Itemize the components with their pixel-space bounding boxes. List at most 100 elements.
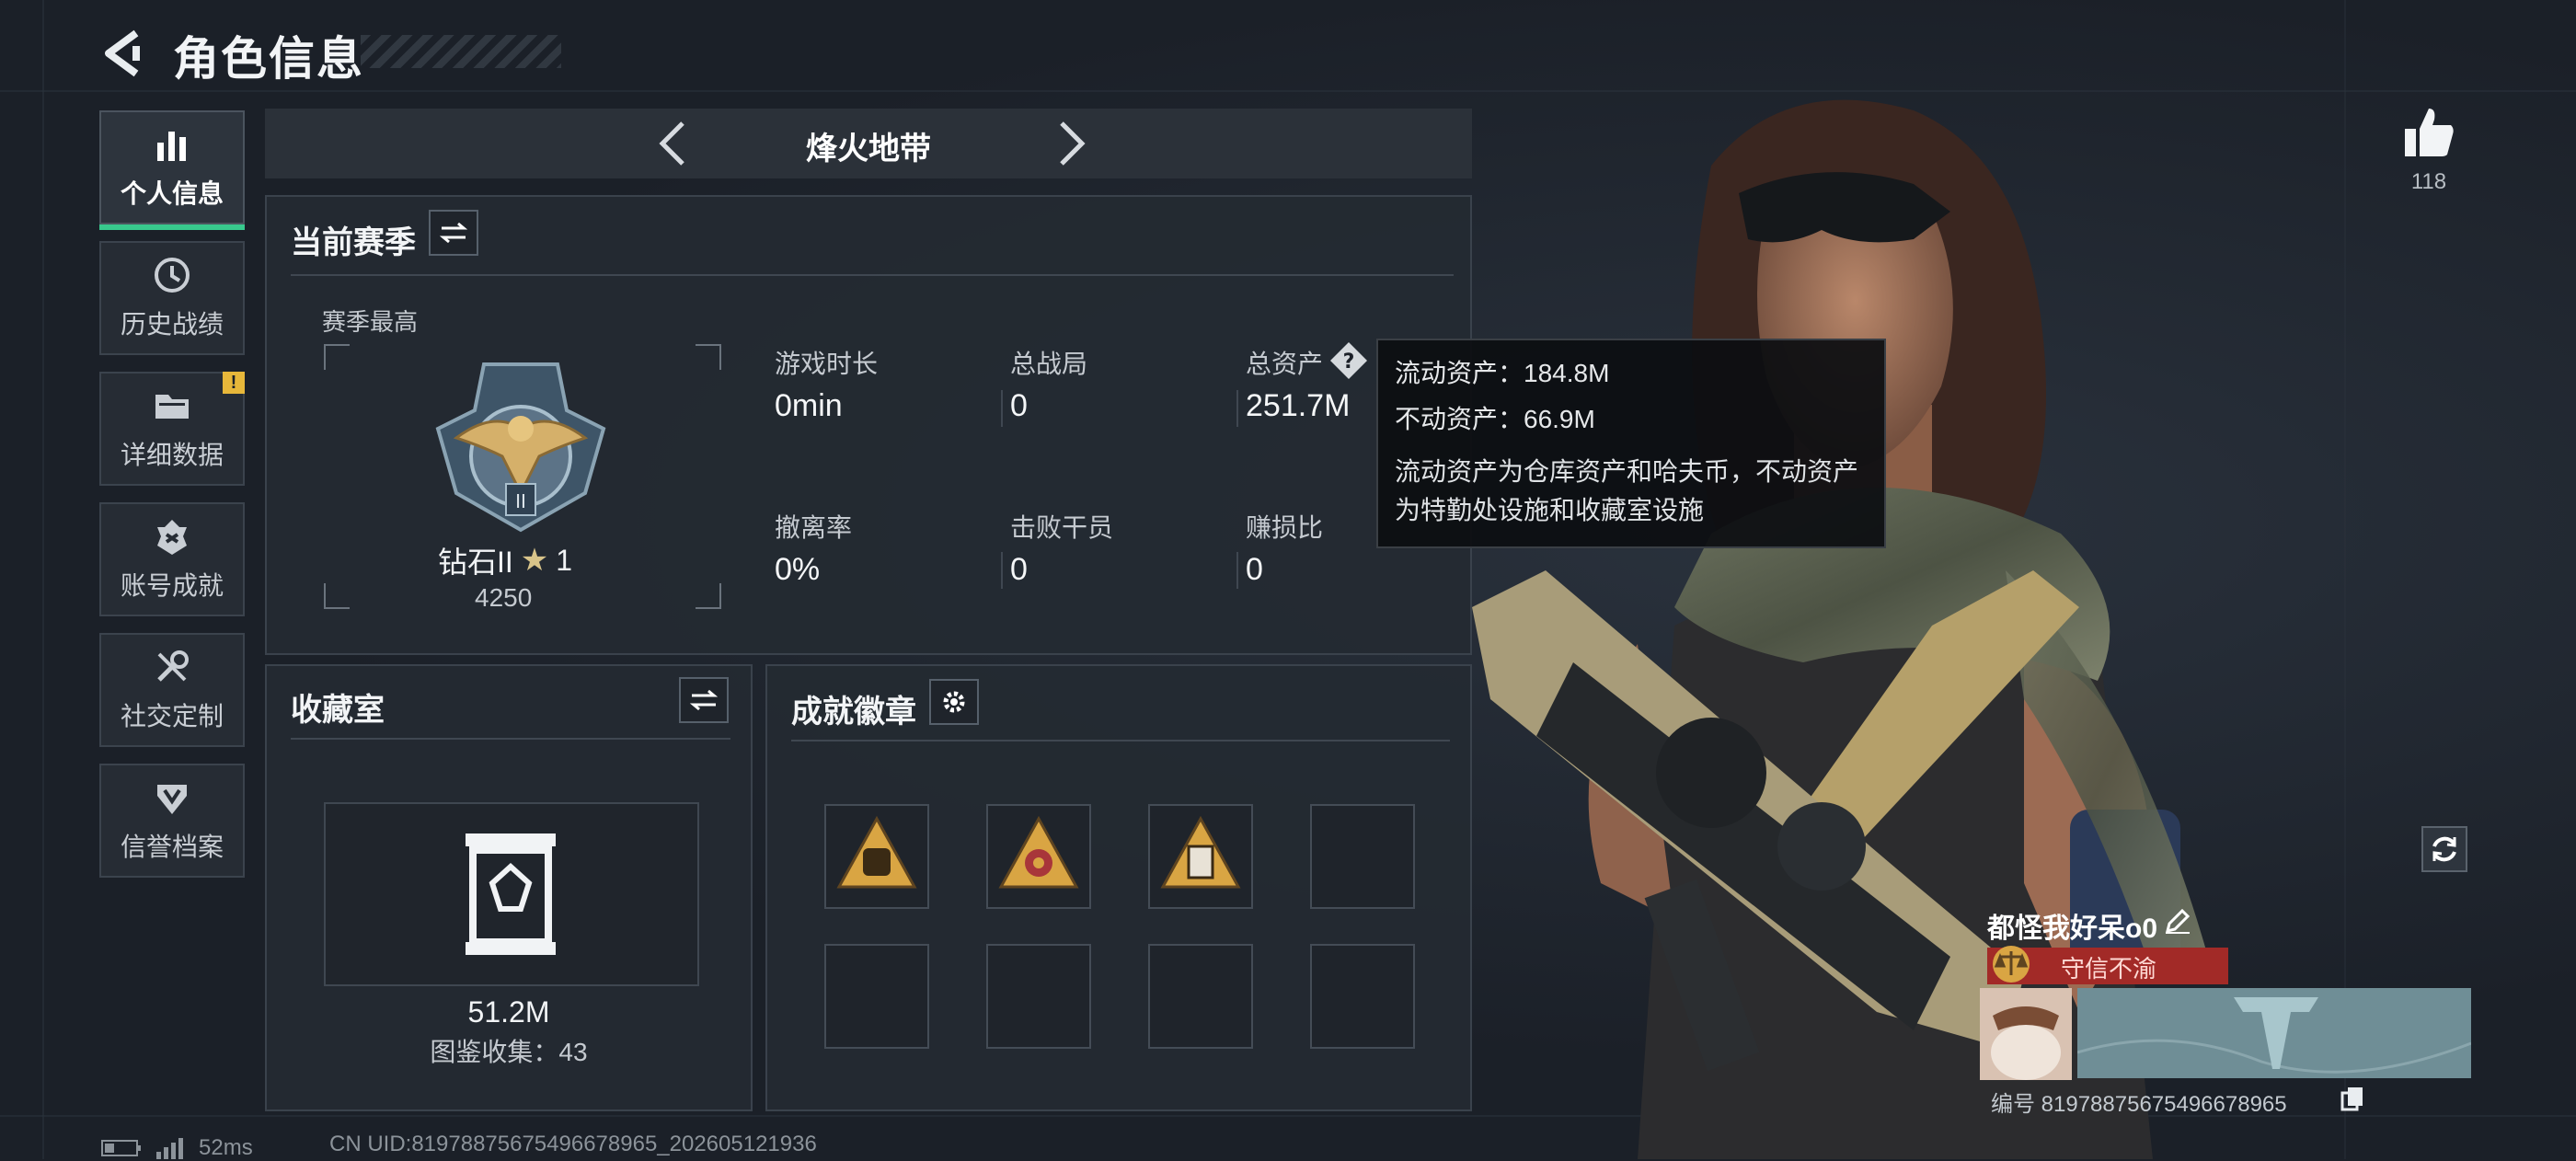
uid-text: CN UID:8197887567549667896​5_20260512193…	[329, 1132, 817, 1156]
collection-panel[interactable]: 收藏室 51.2M 图鉴收集：43	[265, 664, 753, 1111]
badges-panel: 成就徽章	[765, 664, 1472, 1111]
banner-emblem-icon	[2076, 988, 2472, 1078]
svg-text:II: II	[515, 490, 526, 512]
frame-corner	[696, 583, 721, 609]
like-count: 118	[2410, 169, 2447, 194]
sidebar-item-label: 个人信息	[120, 179, 224, 208]
thumbs-up-icon[interactable]	[2399, 103, 2458, 162]
sidebar-item-personal-info[interactable]: 个人信息	[99, 110, 245, 230]
refresh-button[interactable]	[2421, 826, 2467, 872]
season-title: 当前赛季	[291, 225, 416, 260]
stat-value: 251.7M	[1246, 388, 1351, 423]
page-title: 角色信息	[173, 33, 364, 85]
honor-title: 守信不渝	[2061, 955, 2157, 983]
sidebar-item-history[interactable]: 历史战绩	[99, 241, 245, 355]
tooltip-description: 流动资产为仓库资产和哈夫币，不动资产为特勤处设施和收藏室设施	[1395, 457, 1859, 524]
svg-text:?: ?	[1343, 351, 1355, 374]
collection-switch-button[interactable]	[679, 677, 729, 723]
sidebar-item-label: 详细数据	[120, 441, 224, 469]
grid-line	[42, 0, 44, 1159]
sidebar-item-label: 社交定制	[120, 702, 224, 730]
achievement-icon	[157, 520, 187, 555]
stat-label: 撤离率	[775, 513, 853, 542]
folder-icon	[155, 395, 189, 419]
divider	[791, 740, 1450, 741]
rank-name: 钻石II	[438, 546, 513, 579]
chevron-left-icon[interactable]	[651, 120, 696, 167]
assets-tooltip: 流动资产：184.8M 不动资产：66.9M 流动资产为仓库资产和哈夫币，不动资…	[1376, 339, 1886, 548]
help-icon[interactable]: ?	[1328, 340, 1369, 381]
player-name: 都怪我好呆o0	[1987, 914, 2158, 944]
badge-emblem-icon	[998, 815, 1079, 889]
chevron-right-icon[interactable]	[1049, 120, 1093, 167]
stat-label: 总资产	[1246, 350, 1324, 378]
sidebar-item-detailed-data[interactable]: 详细数据 !	[99, 372, 245, 486]
badge-card-icon	[1160, 815, 1241, 889]
sidebar-item-social-custom[interactable]: 社交定制	[99, 633, 245, 747]
bar-chart-icon	[157, 132, 186, 161]
sidebar-item-label: 账号成就	[120, 571, 224, 600]
stat-label: 游戏时长	[775, 350, 879, 378]
stat-value: 0min	[775, 388, 843, 423]
badge-bag-icon	[836, 815, 917, 889]
season-switch-button[interactable]	[429, 210, 478, 256]
rank-score: 4250	[475, 583, 533, 612]
stat-label: 总战局	[1010, 350, 1088, 378]
frame-corner	[324, 344, 350, 370]
player-banner[interactable]	[2076, 988, 2472, 1078]
tools-icon	[157, 650, 189, 682]
tooltip-liquid: 流动资产：184.8M	[1395, 359, 1610, 387]
rank-emblem-icon: II	[435, 362, 606, 533]
badges-title: 成就徽章	[791, 695, 916, 730]
player-id: 编号 8197887567549667896​5	[1991, 1092, 2287, 1117]
sidebar-item-achievements[interactable]: 账号成就	[99, 502, 245, 616]
history-clock-icon	[155, 258, 190, 293]
stat-value: 0	[1010, 388, 1028, 423]
sidebar-item-reputation[interactable]: 信誉档案	[99, 764, 245, 878]
badge-slot-empty[interactable]	[1148, 944, 1253, 1049]
refresh-icon	[2432, 836, 2456, 862]
badge-slot-empty[interactable]	[1310, 944, 1415, 1049]
edit-pencil-icon[interactable]	[2164, 907, 2191, 935]
divider	[1236, 390, 1238, 427]
season-panel: 当前赛季 赛季最高 II 钻石II ★ 1 4250 游戏时长 0min 总战局…	[265, 195, 1472, 655]
stat-value: 0	[1246, 552, 1263, 587]
copy-icon[interactable]	[2340, 1086, 2364, 1111]
signal-icon	[156, 1138, 183, 1159]
mode-name: 烽火地带	[806, 132, 931, 167]
stat-label: 击败干员	[1010, 513, 1114, 542]
badge-slot[interactable]	[986, 804, 1091, 909]
star-icon: ★	[520, 543, 549, 578]
divider	[1001, 390, 1003, 427]
frame-corner	[324, 583, 350, 609]
rank-stars: 1	[556, 543, 573, 577]
status-bar: 52ms	[101, 1135, 253, 1161]
honor-scale-icon	[1993, 946, 2030, 983]
display-case-icon	[466, 833, 556, 955]
mode-selector: 烽火地带	[265, 109, 1472, 178]
title-decoration	[361, 35, 561, 68]
grid-line	[2344, 0, 2346, 1159]
badge-slot-empty[interactable]	[986, 944, 1091, 1049]
divider	[1236, 552, 1238, 589]
badge-slot-empty[interactable]	[824, 944, 929, 1049]
badge-slot[interactable]	[1148, 804, 1253, 909]
divider	[1001, 552, 1003, 589]
ping-value: 52ms	[199, 1135, 253, 1160]
tooltip-fixed: 不动资产：66.9M	[1395, 405, 1595, 433]
badge-settings-button[interactable]	[929, 679, 979, 725]
battery-icon	[101, 1140, 141, 1156]
sidebar-item-label: 历史战绩	[120, 310, 224, 339]
stat-value: 0%	[775, 552, 821, 587]
badge-slot[interactable]	[824, 804, 929, 909]
badge-slot-empty[interactable]	[1310, 804, 1415, 909]
collection-title: 收藏室	[291, 693, 385, 728]
frame-corner	[696, 344, 721, 370]
alert-badge: !	[223, 372, 245, 394]
divider	[291, 274, 1454, 276]
back-arrow-icon[interactable]	[99, 28, 151, 79]
collection-count: 图鉴收集：43	[430, 1038, 588, 1066]
avatar[interactable]	[1980, 988, 2072, 1080]
rank-title: 钻石II ★ 1	[438, 539, 572, 581]
reputation-shield-icon	[157, 785, 187, 814]
